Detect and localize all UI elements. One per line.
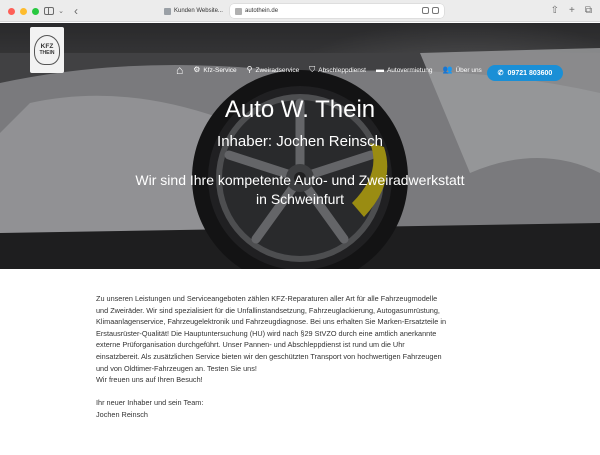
nav-item-ueber-uns[interactable]: 👥 Über uns [442,66,481,74]
closing-line: Ihr neuer Inhaber und sein Team: [96,398,204,408]
site-navbar: KFZ THEIN ⌂ ⚙ Kfz-Service ⚲ Zweiradservi… [0,23,600,81]
chevron-down-icon[interactable]: ⌄ [57,4,65,18]
shield-icon: ⛉ [309,65,316,74]
reader-icon[interactable] [432,7,439,14]
text-line: und Zweiräder. Wir sind spezialisiert fü… [96,305,440,315]
address-text: autothein.de [245,8,279,14]
users-icon: 👥 [442,65,453,74]
address-bar[interactable]: autothein.de [230,4,444,18]
nav-item-abschleppdienst[interactable]: ⛉ Abschleppdienst [309,66,366,74]
text-line: Erstausrüster-Qualität! Die Hauptuntersu… [96,328,437,338]
phone-icon: ✆ [497,70,504,77]
phone-button[interactable]: ✆ 09721 803600 [487,65,563,81]
tab-title: Kunden Website... [174,8,223,14]
back-arrow-icon[interactable]: ‹ [71,4,81,18]
translate-icon[interactable] [422,7,429,14]
new-tab-icon[interactable]: + [569,4,575,18]
home-icon[interactable]: ⌂ [176,63,183,77]
window-controls [8,8,39,15]
logo-badge: KFZ THEIN [34,35,60,65]
close-window-button[interactable] [8,8,15,15]
text-line: Klimaanlagenservice, Fahrzeugelektronik … [96,317,447,327]
text-line: einsatzbereit. Als zusätzlichen Service … [96,351,442,361]
owner-name: Jochen Reinsch [96,409,148,419]
text-line: Wir freuen uns auf Ihren Besuch! [96,375,203,385]
hero-title: Auto W. Thein [224,96,376,123]
text-line: und von Oldtimer-Fahrzeugen an. Testen S… [96,363,257,373]
tab-overview-icon[interactable]: ⧉ [585,4,592,18]
motorbike-icon: ⚲ [246,65,253,74]
site-logo[interactable]: KFZ THEIN [30,27,64,73]
browser-window: ⌄ ‹ Kunden Website... autothein.de ⇧ + ⧉ [0,0,600,455]
browser-tab[interactable]: Kunden Website... [160,4,226,18]
hero-tagline: Wir sind Ihre kompetente Auto- und Zweir… [135,172,465,207]
tab-favicon-icon [164,7,171,15]
text-line: externe Prüforganisation durchgeführt. U… [96,340,405,350]
car-icon: ▬ [375,65,384,74]
gear-icon: ⚙ [193,65,201,74]
minimize-window-button[interactable] [20,8,27,15]
intro-text: Zu unseren Leistungen und Serviceangebot… [96,293,506,421]
nav-item-kfz-service[interactable]: ⚙ Kfz-Service [193,66,236,74]
site-favicon-icon [235,7,242,15]
text-line: Zu unseren Leistungen und Serviceangebot… [96,294,438,303]
main-nav: ⌂ ⚙ Kfz-Service ⚲ Zweiradservice ⛉ Absch… [176,63,482,77]
nav-item-zweiradservice[interactable]: ⚲ Zweiradservice [247,66,300,74]
nav-item-autovermietung[interactable]: ▬ Autovermietung [376,66,433,74]
share-icon[interactable]: ⇧ [551,4,559,18]
browser-toolbar: ⌄ ‹ Kunden Website... autothein.de ⇧ + ⧉ [0,0,600,22]
hero-subtitle: Inhaber: Jochen Reinsch [217,133,383,150]
sidebar-toggle-icon[interactable] [42,4,56,18]
hero-section: KFZ THEIN ⌂ ⚙ Kfz-Service ⚲ Zweiradservi… [0,23,600,269]
zoom-window-button[interactable] [32,8,39,15]
